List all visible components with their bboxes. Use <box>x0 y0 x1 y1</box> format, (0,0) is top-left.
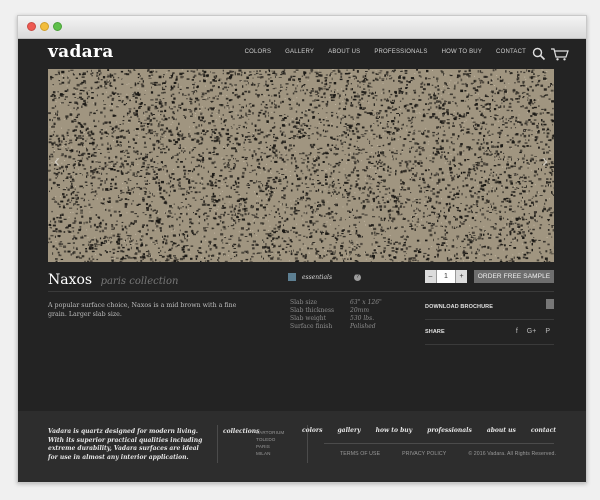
footer-collection-sartorium[interactable]: SARTORIUM <box>256 429 284 436</box>
quantity-stepper: – 1 + <box>425 270 467 283</box>
close-window-button[interactable] <box>27 22 36 31</box>
search-icon[interactable] <box>532 47 546 61</box>
footer-collection-milan[interactable]: MILAN <box>256 450 284 457</box>
spec-value: 63" x 126" <box>350 299 382 306</box>
product-description: A popular surface choice, Naxos is a mid… <box>48 302 237 318</box>
title-bar <box>18 16 586 39</box>
product-actions: DOWNLOAD BROCHURE SHARE f G+ P <box>425 295 554 345</box>
footer-link-how-to-buy[interactable]: how to buy <box>376 427 413 434</box>
product-line-label: essentials <box>302 273 333 281</box>
footer-collection-paris[interactable]: PARIS <box>256 443 284 450</box>
minimize-window-button[interactable] <box>40 22 49 31</box>
footer-divider <box>217 425 218 463</box>
spec-value: 530 lbs. <box>350 315 375 322</box>
footer-collection-toledo[interactable]: TOLEDO <box>256 436 284 443</box>
footer-link-professionals[interactable]: professionals <box>427 427 472 434</box>
info-icon[interactable]: ? <box>354 273 362 281</box>
footer-links: colors gallery how to buy professionals … <box>302 427 556 434</box>
pdf-icon[interactable] <box>546 299 554 309</box>
terms-of-use-link[interactable]: TERMS OF USE <box>340 451 380 457</box>
spec-row: Surface finish Polished <box>290 323 382 331</box>
product-title: Naxos paris collection <box>48 271 178 289</box>
slider-next-arrow[interactable]: › <box>542 151 548 172</box>
maximize-window-button[interactable] <box>53 22 62 31</box>
vadara-logo[interactable]: vadara <box>48 42 114 62</box>
cart-icon[interactable] <box>550 47 570 61</box>
site-page: vadara COLORS GALLERY ABOUT US PROFESSIO… <box>18 39 586 482</box>
spec-label: Slab size <box>290 299 318 306</box>
share-row: SHARE f G+ P <box>425 320 554 345</box>
share-label: SHARE <box>425 329 445 335</box>
download-brochure-link[interactable]: DOWNLOAD BROCHURE <box>425 304 493 310</box>
divider <box>48 291 554 292</box>
nav-link-gallery[interactable]: GALLERY <box>285 49 314 55</box>
spec-row: Slab weight 530 lbs. <box>290 315 382 323</box>
footer-legal: TERMS OF USE PRIVACY POLICY © 2016 Vadar… <box>340 451 556 457</box>
product-name: Naxos <box>48 272 93 288</box>
quantity-increase-button[interactable]: + <box>456 270 467 283</box>
product-slab-image: ‹ › <box>48 69 554 262</box>
product-collection: paris collection <box>100 276 179 287</box>
footer-link-about-us[interactable]: about us <box>487 427 516 434</box>
footer-link-gallery[interactable]: gallery <box>337 427 360 434</box>
copyright-text: © 2016 Vadara. All Rights Reserved. <box>468 451 556 457</box>
footer-link-contact[interactable]: contact <box>531 427 556 434</box>
slider-prev-arrow[interactable]: ‹ <box>54 151 60 172</box>
top-nav: vadara COLORS GALLERY ABOUT US PROFESSIO… <box>18 39 586 69</box>
share-icons: f G+ P <box>516 328 550 335</box>
pinterest-icon[interactable]: P <box>545 328 550 335</box>
spec-value: Polished <box>350 323 376 330</box>
footer-rule <box>324 443 554 444</box>
footer-collections-list: SARTORIUM TOLEDO PARIS MILAN <box>256 429 284 457</box>
browser-window: vadara COLORS GALLERY ABOUT US PROFESSIO… <box>17 15 587 483</box>
order-free-sample-button[interactable]: ORDER FREE SAMPLE <box>474 270 554 283</box>
nav-link-professionals[interactable]: PROFESSIONALS <box>374 49 427 55</box>
spec-row: Slab thickness 20mm <box>290 307 382 315</box>
nav-link-about-us[interactable]: ABOUT US <box>328 49 360 55</box>
footer-link-colors[interactable]: colors <box>302 427 322 434</box>
download-brochure-row[interactable]: DOWNLOAD BROCHURE <box>425 295 554 320</box>
privacy-policy-link[interactable]: PRIVACY POLICY <box>402 451 446 457</box>
spec-label: Slab thickness <box>290 307 335 314</box>
spec-label: Surface finish <box>290 323 333 330</box>
nav-link-colors[interactable]: COLORS <box>245 49 272 55</box>
quantity-input[interactable]: 1 <box>436 270 456 283</box>
nav-links: COLORS GALLERY ABOUT US PROFESSIONALS HO… <box>245 49 526 55</box>
product-line: essentials ? <box>288 273 362 281</box>
spec-label: Slab weight <box>290 315 327 322</box>
nav-link-contact[interactable]: CONTACT <box>496 49 526 55</box>
nav-link-how-to-buy[interactable]: HOW TO BUY <box>442 49 482 55</box>
google-plus-icon[interactable]: G+ <box>527 328 537 335</box>
spec-value: 20mm <box>350 307 370 314</box>
footer-collections-label: collections <box>223 428 260 435</box>
facebook-icon[interactable]: f <box>516 328 518 335</box>
site-footer: Vadara is quartz designed for modern liv… <box>18 411 586 482</box>
footer-about-text: Vadara is quartz designed for modern liv… <box>48 428 203 461</box>
speckle-texture <box>48 69 554 262</box>
spec-row: Slab size 63" x 126" <box>290 299 382 307</box>
quantity-decrease-button[interactable]: – <box>425 270 436 283</box>
color-swatch <box>288 273 296 281</box>
product-specs: Slab size 63" x 126" Slab thickness 20mm… <box>290 299 382 331</box>
